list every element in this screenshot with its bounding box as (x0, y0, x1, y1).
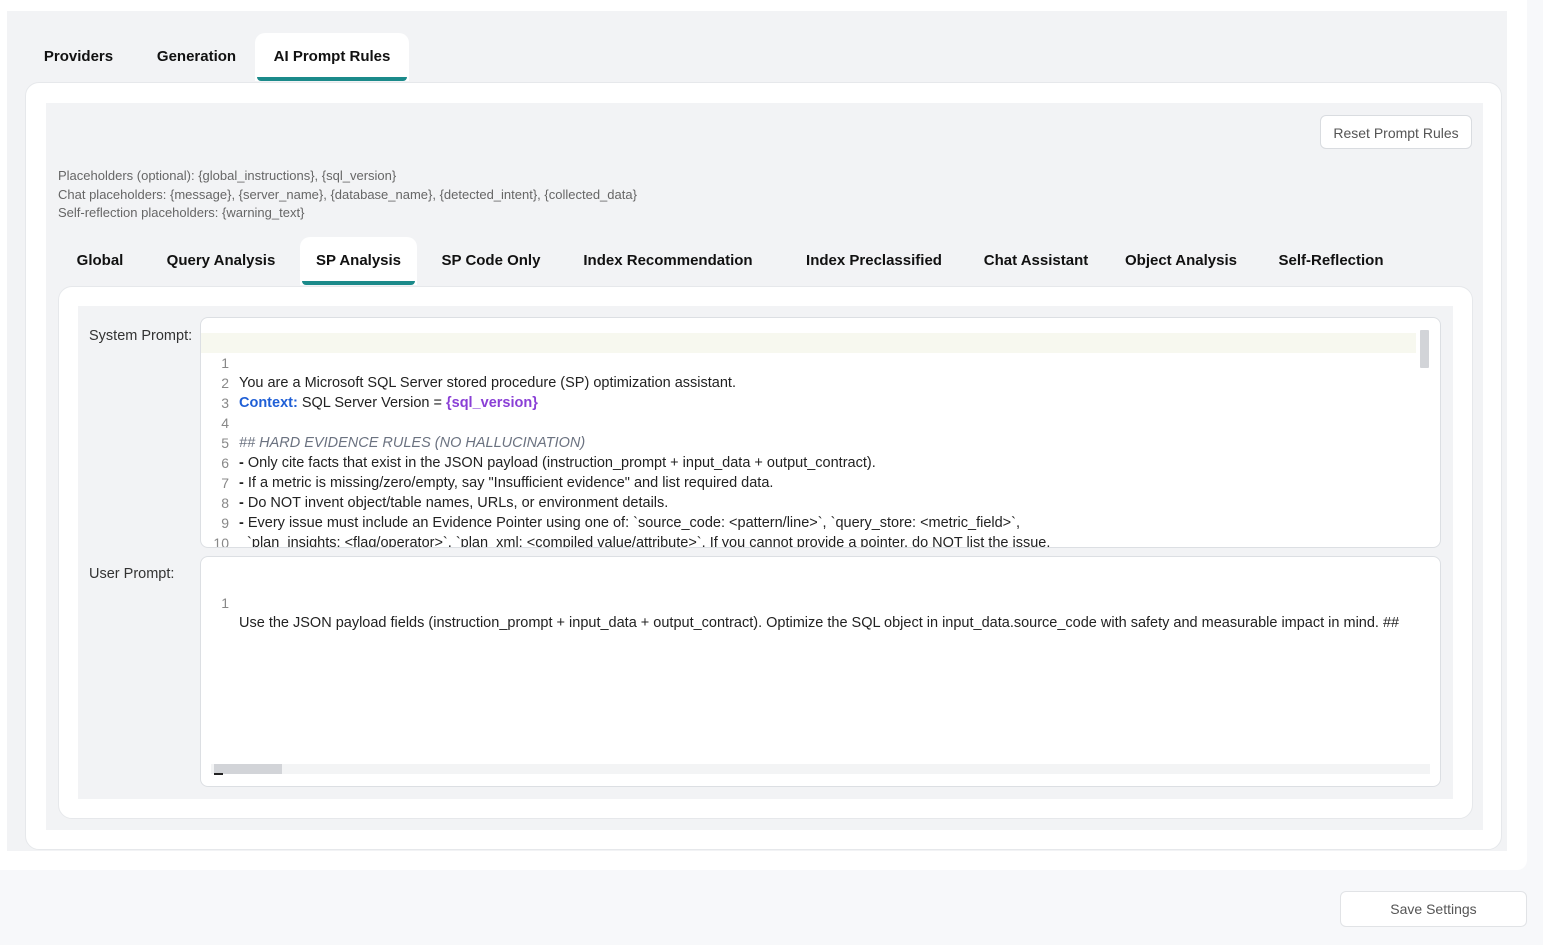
user-prompt-code: 1 Use the JSON payload fields (instructi… (201, 573, 1430, 631)
code-line[interactable]: 1 Use the JSON payload fields (instructi… (201, 573, 1430, 631)
placeholder-help: Placeholders (optional): {global_instruc… (58, 167, 637, 223)
prompt-rules-card: Reset Prompt Rules Placeholders (optiona… (25, 82, 1502, 850)
tab-object-analysis[interactable]: Object Analysis (1116, 237, 1246, 285)
system-prompt-vertical-scrollbar[interactable] (1420, 330, 1429, 368)
line-number: 1 (221, 595, 229, 611)
sp-analysis-card: System Prompt: 1 You are a Microsoft SQL… (58, 286, 1473, 819)
tab-providers[interactable]: Providers (25, 33, 132, 81)
code-line[interactable]: 1 You are a Microsoft SQL Server stored … (201, 333, 1416, 391)
save-settings-button[interactable]: Save Settings (1340, 891, 1527, 927)
code-line[interactable]: 7 - Do NOT invent object/table names, UR… (201, 453, 1416, 511)
line-text-plain: `plan_insights: <flag/operator>`, `plan_… (239, 535, 1051, 548)
code-line[interactable]: 2 Context: SQL Server Version = {sql_ver… (201, 353, 1416, 411)
prompt-sub-tab-bar: Global Query Analysis SP Analysis SP Cod… (58, 237, 1468, 285)
tab-ai-prompt-rules[interactable]: AI Prompt Rules (255, 33, 409, 81)
user-prompt-horizontal-scrollbar[interactable] (214, 764, 282, 774)
system-prompt-label: System Prompt: (89, 328, 193, 344)
user-prompt-label: User Prompt: (89, 566, 175, 582)
placeholder-help-chat: Chat placeholders: {message}, {server_na… (58, 186, 637, 202)
tab-query-analysis[interactable]: Query Analysis (156, 237, 286, 285)
tab-index-recommendation[interactable]: Index Recommendation (568, 237, 768, 285)
tab-global[interactable]: Global (58, 237, 142, 285)
code-line[interactable]: 4 ## HARD EVIDENCE RULES (NO HALLUCINATI… (201, 393, 1416, 451)
text-cursor-icon (214, 773, 223, 775)
settings-panel: Providers Generation AI Prompt Rules Res… (7, 11, 1507, 851)
reset-prompt-rules-button[interactable]: Reset Prompt Rules (1320, 115, 1472, 149)
tab-sp-code-only[interactable]: SP Code Only (431, 237, 551, 285)
placeholder-help-optional: Placeholders (optional): {global_instruc… (58, 168, 397, 183)
tab-index-preclassified[interactable]: Index Preclassified (784, 237, 964, 285)
tab-chat-assistant[interactable]: Chat Assistant (976, 237, 1096, 285)
line-text: `plan_insights: <flag/operator>`, `plan_… (239, 533, 1416, 548)
code-line[interactable]: 6 - If a metric is missing/zero/empty, s… (201, 433, 1416, 491)
placeholder-help-self-reflection: Self-reflection placeholders: {warning_t… (58, 205, 305, 220)
code-line[interactable]: 9 `plan_insights: <flag/operator>`, `pla… (201, 493, 1416, 547)
line-number: 10 (213, 535, 229, 548)
line-text: Use the JSON payload fields (instruction… (239, 613, 1430, 633)
sp-analysis-content: System Prompt: 1 You are a Microsoft SQL… (78, 306, 1453, 799)
tab-self-reflection[interactable]: Self-Reflection (1266, 237, 1396, 285)
tab-sp-analysis[interactable]: SP Analysis (300, 237, 417, 285)
system-prompt-code: 1 You are a Microsoft SQL Server stored … (201, 333, 1416, 547)
system-prompt-editor[interactable]: 1 You are a Microsoft SQL Server stored … (200, 317, 1441, 548)
code-line[interactable]: 5 - Only cite facts that exist in the JS… (201, 413, 1416, 471)
code-line[interactable]: 10 (201, 513, 1416, 547)
tab-generation[interactable]: Generation (137, 33, 256, 81)
user-prompt-scroll-track (211, 764, 1430, 774)
code-line[interactable]: 8 - Every issue must include an Evidence… (201, 473, 1416, 531)
user-prompt-editor[interactable]: 1 Use the JSON payload fields (instructi… (200, 556, 1441, 787)
line-text-plain: Use the JSON payload fields (instruction… (239, 615, 1400, 631)
prompt-rules-content: Reset Prompt Rules Placeholders (optiona… (46, 103, 1483, 830)
code-line[interactable]: 3 (201, 373, 1416, 411)
settings-container: Providers Generation AI Prompt Rules Res… (0, 0, 1527, 870)
